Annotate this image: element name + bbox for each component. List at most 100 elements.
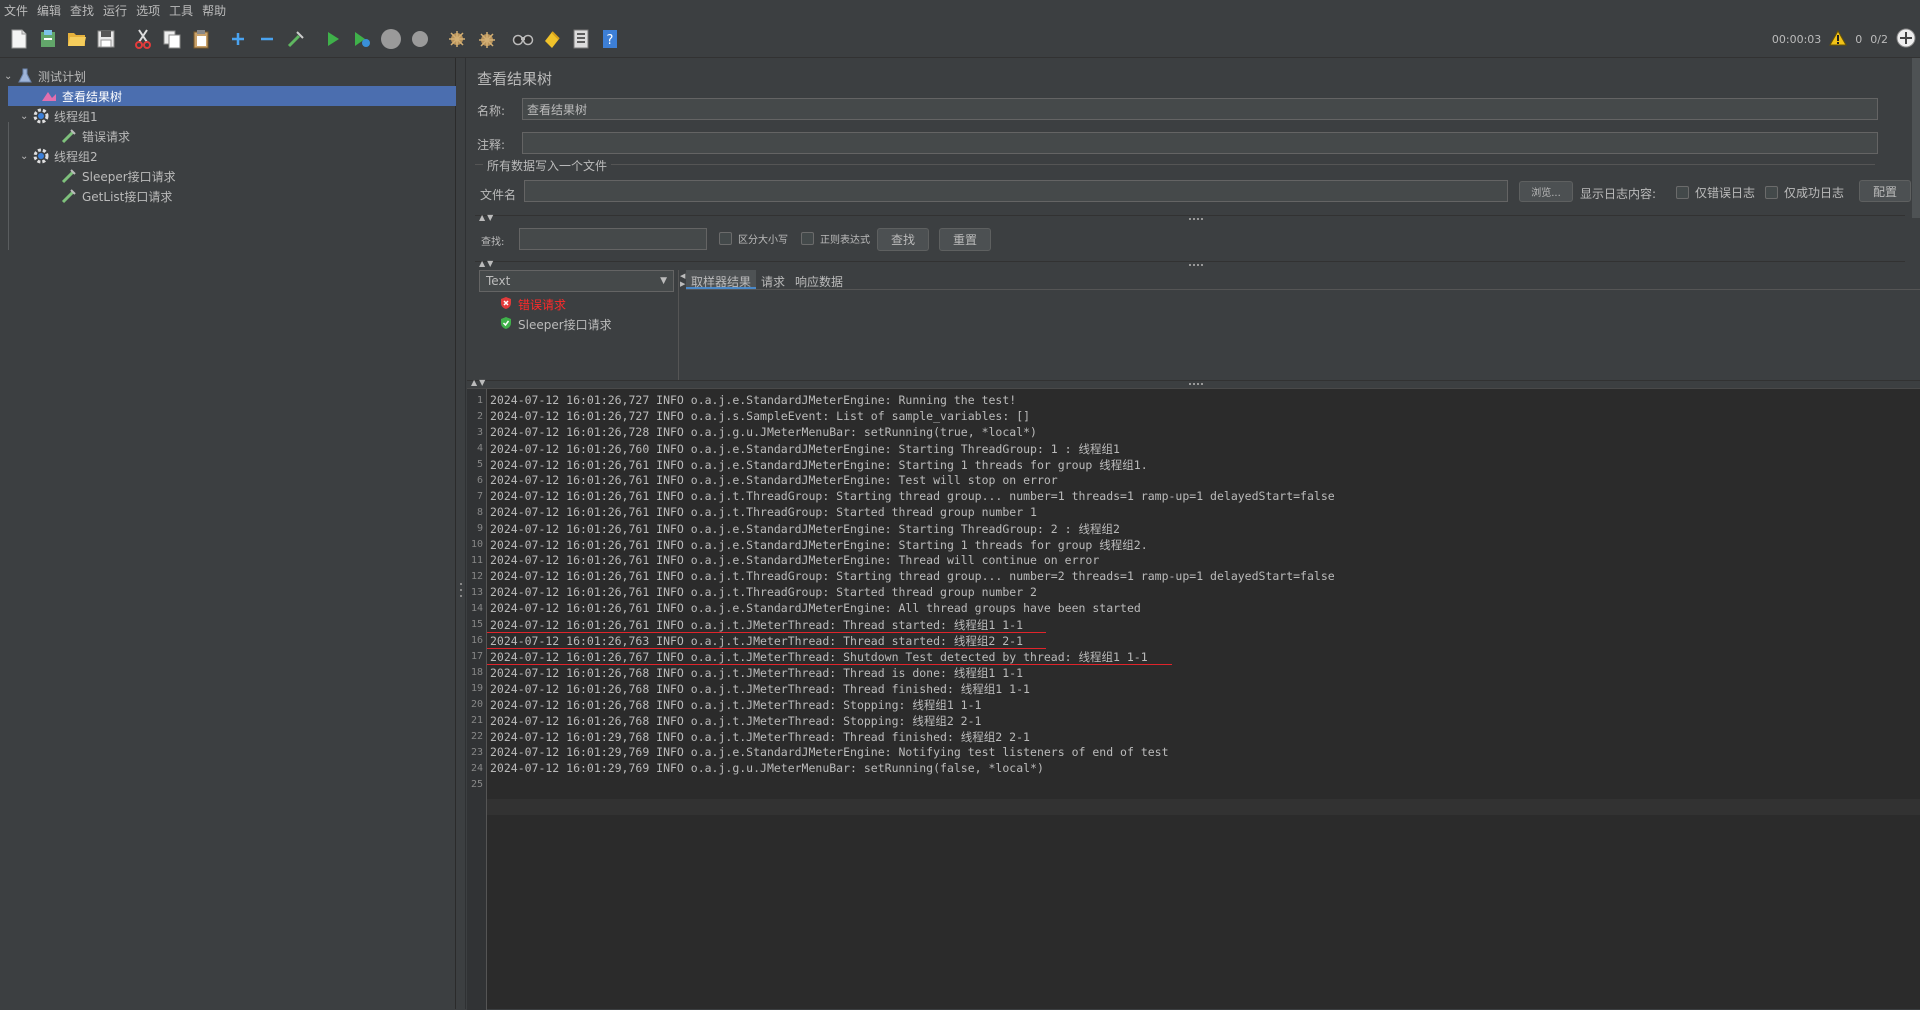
log-line: 2024-07-12 16:01:26,761 INFO o.a.j.e.Sta… <box>490 601 1141 615</box>
line-number: 8 <box>476 507 483 518</box>
templates-icon[interactable] <box>35 26 61 52</box>
success-only-label: 仅成功日志 <box>1784 186 1845 200</box>
chevron-down-icon[interactable]: ▼ <box>660 276 667 286</box>
line-number: 1 <box>476 395 483 406</box>
chevron-down-icon[interactable]: ⌄ <box>20 151 32 162</box>
file-section-title: 所有数据写入一个文件 <box>483 157 612 174</box>
line-number: 15 <box>470 619 483 630</box>
shutdown-icon[interactable] <box>407 26 433 52</box>
line-number: 13 <box>470 587 483 598</box>
configure-button[interactable]: 配置 <box>1859 180 1911 202</box>
tab-response-data[interactable]: 响应数据 <box>790 270 848 289</box>
copy-icon[interactable] <box>159 26 185 52</box>
thread-count: 0/2 <box>1870 32 1888 46</box>
stop-icon[interactable] <box>378 26 404 52</box>
tree-node-thread-group-1[interactable]: ⌄ 线程组1 <box>20 106 440 126</box>
clear-icon[interactable] <box>444 26 470 52</box>
vertical-scrollbar[interactable] <box>1912 58 1920 218</box>
reset-button[interactable]: 重置 <box>939 228 991 251</box>
menu-options[interactable]: 选项 <box>136 2 169 19</box>
warning-icon[interactable] <box>1829 29 1848 49</box>
log-viewer[interactable]: 1 2 3 4 5 6 7 8 9 10 11 12 13 14 15 16 17 18 19 20 21 22 23 24 2… <box>467 388 1920 1010</box>
filename-label: 文件名 <box>480 188 517 202</box>
menu-search[interactable]: 查找 <box>70 2 103 19</box>
help-icon[interactable]: ? <box>597 26 623 52</box>
menu-file[interactable]: 文件 <box>4 2 37 19</box>
save-icon[interactable] <box>93 26 119 52</box>
open-icon[interactable] <box>64 26 90 52</box>
splitter-grip[interactable] <box>1189 218 1203 220</box>
new-icon[interactable] <box>6 26 32 52</box>
svg-text:?: ? <box>607 33 614 48</box>
log-line: 2024-07-12 16:01:26,767 INFO o.a.j.t.JMe… <box>487 649 1172 665</box>
log-line: 2024-07-12 16:01:26,760 INFO o.a.j.e.Sta… <box>490 442 1120 456</box>
filename-field[interactable] <box>524 180 1508 202</box>
tree-node-test-plan[interactable]: ⌄ 测试计划 <box>4 66 444 86</box>
toggle-icon[interactable] <box>283 26 309 52</box>
tree-node-getlist-request[interactable]: GetList接口请求 <box>60 186 440 206</box>
line-number: 5 <box>476 459 483 470</box>
horizontal-splitter[interactable]: ▲▼ <box>475 213 1905 222</box>
browse-button[interactable]: 浏览... <box>1519 181 1573 202</box>
collapse-arrows-icon[interactable]: ▲▼ <box>479 213 495 222</box>
start-no-pause-icon[interactable] <box>349 26 375 52</box>
cut-icon[interactable] <box>130 26 156 52</box>
function-helper-icon[interactable] <box>568 26 594 52</box>
comment-field[interactable] <box>522 132 1878 154</box>
checkbox-box[interactable] <box>719 232 732 245</box>
tree-node-sleeper-request[interactable]: Sleeper接口请求 <box>60 166 440 186</box>
vertical-splitter[interactable] <box>456 58 466 1009</box>
menu-edit[interactable]: 编辑 <box>37 2 70 19</box>
result-item-success[interactable]: Sleeper接口请求 <box>499 316 612 333</box>
find-button[interactable]: 查找 <box>877 228 929 251</box>
tree-node-view-results-tree[interactable]: 查看结果树 <box>8 86 456 106</box>
menu-help[interactable]: 帮助 <box>202 2 235 19</box>
checkbox-box[interactable] <box>1676 186 1689 199</box>
checkbox-box[interactable] <box>1765 186 1778 199</box>
collapse-arrows-icon[interactable]: ▲▼ <box>471 378 487 387</box>
log-splitter[interactable]: ▲▼ <box>467 378 1920 388</box>
chevron-down-icon[interactable]: ⌄ <box>4 71 16 82</box>
horizontal-splitter[interactable]: ▲▼ <box>475 259 1905 268</box>
menu-tools[interactable]: 工具 <box>169 2 202 19</box>
clear-all-icon[interactable] <box>473 26 499 52</box>
checkbox-box[interactable] <box>801 232 814 245</box>
expand-icon[interactable] <box>225 26 251 52</box>
collapse-icon[interactable] <box>254 26 280 52</box>
tab-sampler-result[interactable]: 取样器结果 <box>686 270 757 289</box>
renderer-select[interactable]: Text ▼ <box>479 270 674 292</box>
line-number: 22 <box>470 731 483 742</box>
tree-label: 线程组2 <box>54 149 98 164</box>
start-icon[interactable] <box>320 26 346 52</box>
error-shield-icon <box>499 296 513 313</box>
splitter-grip[interactable] <box>460 583 463 597</box>
success-only-checkbox[interactable]: 仅成功日志 <box>1765 184 1844 201</box>
line-number: 3 <box>476 427 483 438</box>
collapse-arrows-icon[interactable]: ▲▼ <box>479 259 495 268</box>
line-number: 23 <box>470 747 483 758</box>
search-label: 查找: <box>481 237 505 248</box>
regex-checkbox[interactable]: 正则表达式 <box>801 231 870 246</box>
splitter-grip[interactable] <box>1189 264 1203 266</box>
paste-icon[interactable] <box>188 26 214 52</box>
collapse-arrows-icon[interactable]: ◀ ▶ <box>680 272 685 288</box>
search-input[interactable] <box>519 228 707 250</box>
line-number: 20 <box>470 699 483 710</box>
name-field[interactable]: 查看结果树 <box>522 98 1878 120</box>
search-icon[interactable] <box>510 26 536 52</box>
chevron-down-icon[interactable]: ⌄ <box>20 111 32 122</box>
test-plan-tree: ⌄ 测试计划 查看结果树 ⌄ 线程组1 错误请求 ⌄ 线程组2 Sleeper接… <box>0 58 456 1009</box>
tab-request[interactable]: 请求 <box>756 270 790 289</box>
reset-search-icon[interactable] <box>539 26 565 52</box>
line-number: 10 <box>470 539 483 550</box>
errors-only-checkbox[interactable]: 仅错误日志 <box>1676 184 1755 201</box>
splitter-grip[interactable] <box>1189 383 1203 385</box>
tree-node-error-request[interactable]: 错误请求 <box>60 126 440 146</box>
tree-node-thread-group-2[interactable]: ⌄ 线程组2 <box>20 146 440 166</box>
result-item-error[interactable]: 错误请求 <box>499 296 566 313</box>
case-sensitive-checkbox[interactable]: 区分大小写 <box>719 231 788 246</box>
menu-run[interactable]: 运行 <box>103 2 136 19</box>
remote-icon[interactable] <box>1896 28 1916 51</box>
comment-label: 注释: <box>477 138 506 152</box>
line-number: 24 <box>470 763 483 774</box>
